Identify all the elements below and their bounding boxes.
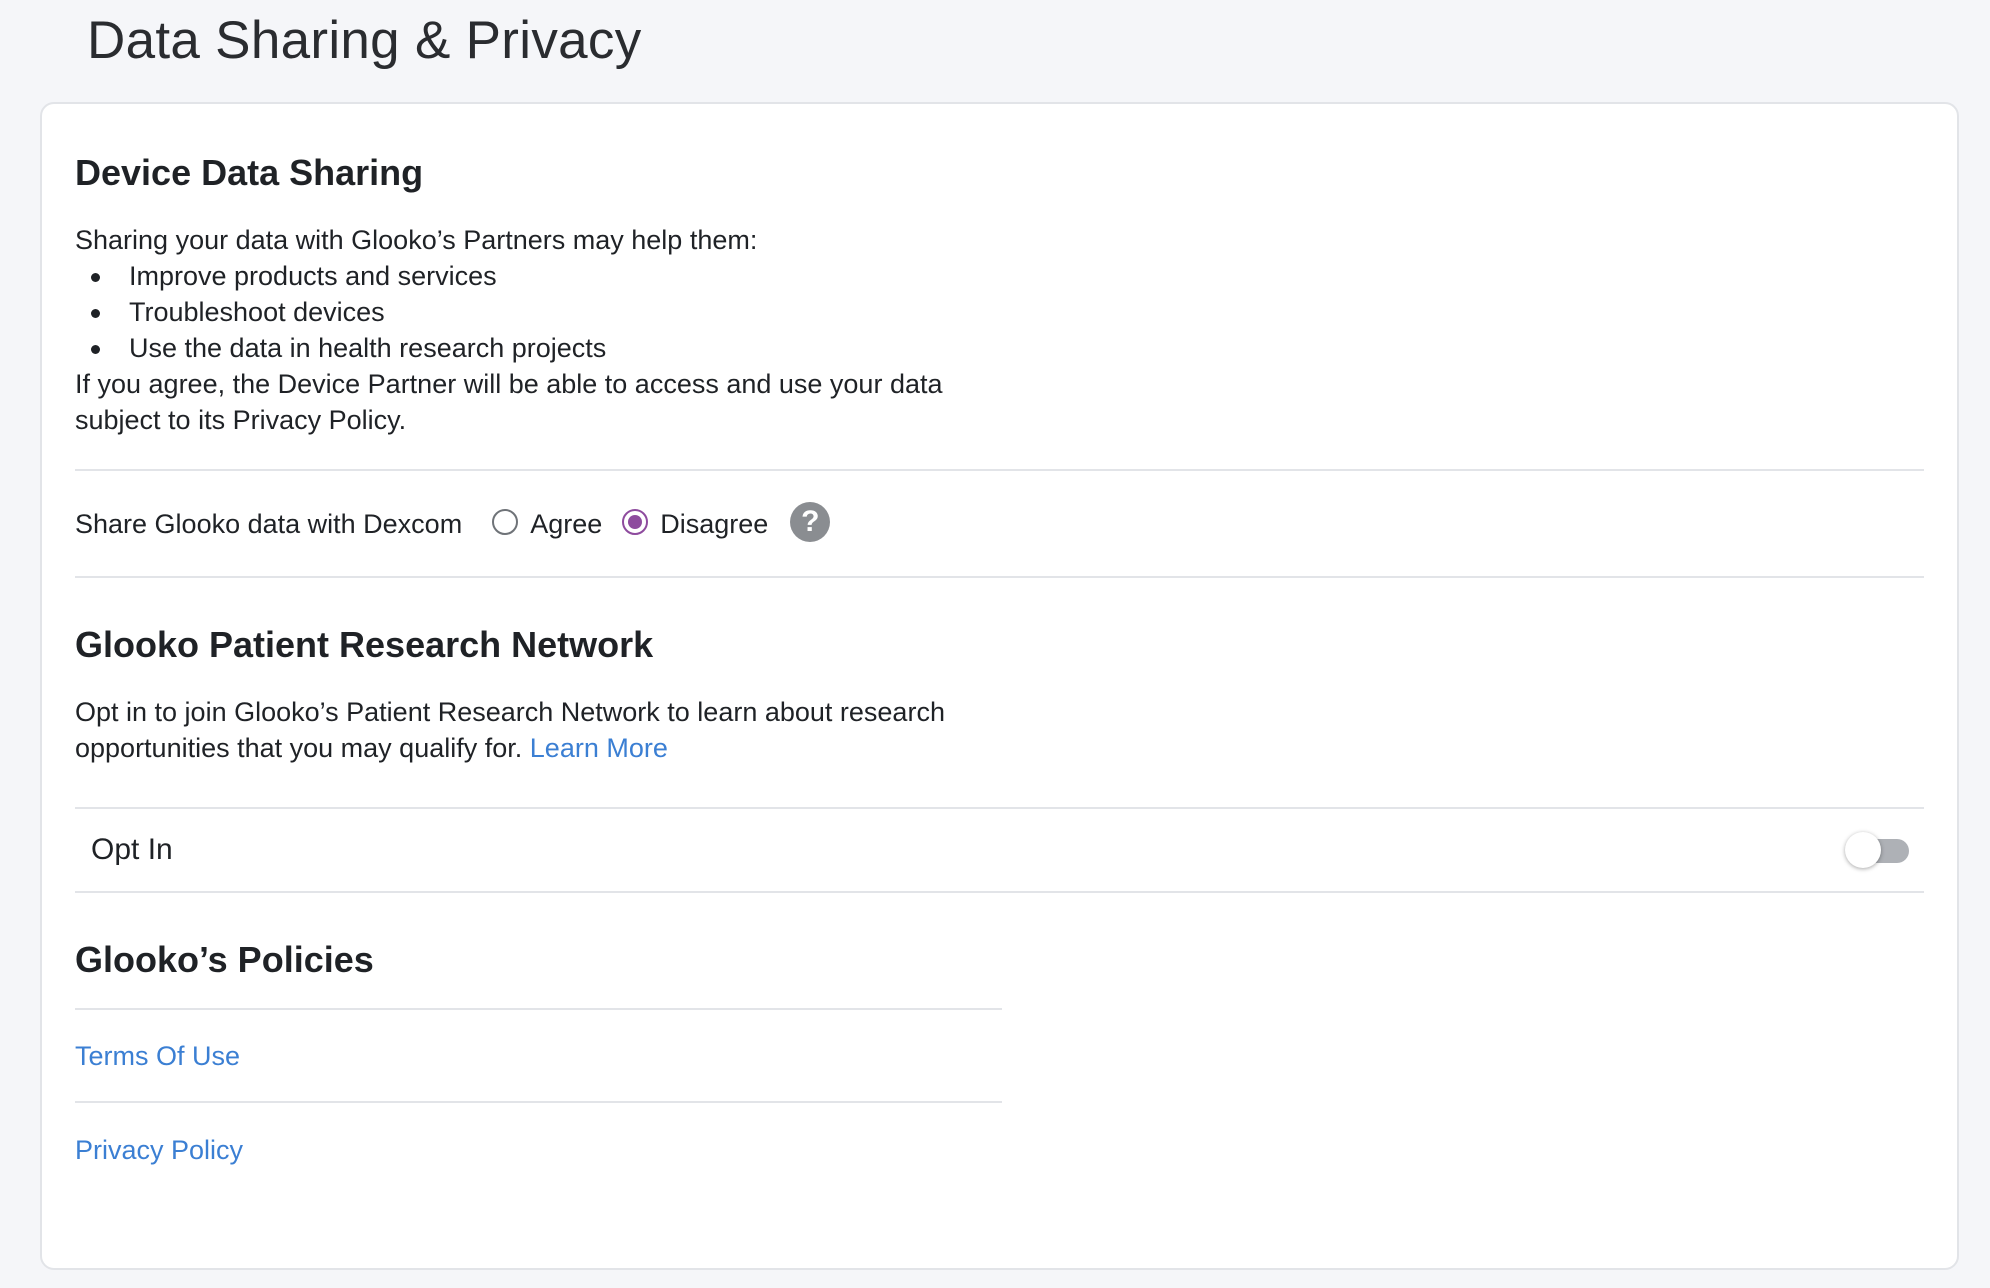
device-sharing-outro-line-2: subject to its Privacy Policy. [75,405,407,435]
device-sharing-outro: If you agree, the Device Partner will be… [75,366,943,438]
research-network-text-line-2: opportunities that you may qualify for. … [75,730,945,766]
device-data-sharing-heading: Device Data Sharing [75,152,424,193]
learn-more-link[interactable]: Learn More [530,733,668,763]
divider [75,1008,1002,1010]
list-item: Use the data in health research projects [75,330,606,366]
divider [75,891,1924,893]
list-item: Troubleshoot devices [75,294,606,330]
agree-radio-option[interactable]: Agree [492,509,602,540]
agree-radio[interactable] [492,509,519,535]
disagree-label: Disagree [660,508,769,539]
terms-of-use-link[interactable]: Terms Of Use [75,1041,240,1072]
question-circle-icon[interactable]: ? [790,502,831,542]
research-network-text-line-1: Opt in to join Glooko’s Patient Research… [75,697,945,727]
opt-in-label: Opt In [91,833,173,866]
divider [75,576,1924,578]
list-item: Improve products and services [75,258,606,294]
research-network-text-line-2-body: opportunities that you may qualify for. [75,733,523,763]
opt-in-row: Opt In [75,808,1924,892]
device-sharing-outro-line-1: If you agree, the Device Partner will be… [75,369,943,399]
share-with-dexcom-row: Share Glooko data with Dexcom Agree Disa… [75,499,831,549]
divider [75,1101,1002,1103]
agree-label: Agree [530,508,603,539]
policies-heading: Glooko’s Policies [75,939,374,980]
divider [75,469,1924,471]
disagree-radio[interactable] [622,509,649,535]
device-sharing-benefits-list: Improve products and services Troublesho… [75,258,606,366]
research-network-heading: Glooko Patient Research Network [75,624,654,665]
page-title: Data Sharing & Privacy [87,11,642,70]
privacy-policy-link[interactable]: Privacy Policy [75,1135,243,1166]
device-sharing-intro: Sharing your data with Glooko’s Partners… [75,225,758,255]
privacy-card: Device Data Sharing Sharing your data wi… [40,102,1959,1270]
share-with-dexcom-label: Share Glooko data with Dexcom [75,508,463,539]
disagree-radio-option[interactable]: Disagree [622,509,768,540]
opt-in-toggle-knob [1845,832,1881,868]
research-network-text: Opt in to join Glooko’s Patient Research… [75,694,945,766]
opt-in-toggle[interactable] [1845,831,1909,869]
